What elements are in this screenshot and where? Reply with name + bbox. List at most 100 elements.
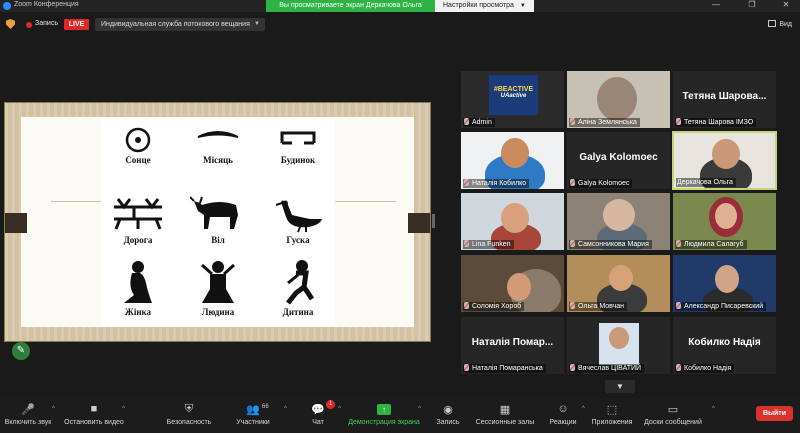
chat-label: Чат (312, 419, 324, 426)
symbol-label: Дитина (282, 307, 314, 317)
participant-name: Александр Писаревский (675, 302, 767, 311)
splitter-handle[interactable] (432, 214, 435, 228)
mic-muted-icon (464, 302, 469, 309)
live-badge[interactable]: LIVE (64, 19, 89, 30)
participant-tile[interactable]: Самсонникова Мария (566, 192, 671, 251)
participant-name: Кобилко Надія (675, 364, 735, 373)
participant-tile[interactable]: Наталія Кобилко (460, 131, 565, 190)
participant-tile[interactable]: Ольга Мовчан (566, 254, 671, 313)
symbol-woman: Жінка (101, 259, 175, 317)
participant-tile[interactable]: #BEACTIVE UAactive Admin (460, 70, 565, 129)
minimize-button[interactable]: — (704, 0, 728, 9)
share-screen-icon: ↑ (377, 403, 391, 415)
apps-button[interactable]: ⬚ Приложения (588, 402, 636, 427)
mic-muted-icon (570, 302, 575, 309)
reactions-button[interactable]: ☺ Реакции (546, 402, 580, 426)
participants-button[interactable]: 👥 Участники (228, 402, 278, 427)
symbol-label: Дорога (123, 235, 153, 245)
symbol-sun: Сонце (101, 127, 175, 165)
mic-muted-icon (676, 364, 681, 371)
slide-divider (326, 201, 396, 202)
participant-tile[interactable]: Galya Kolomoec Galya Kolomoec (566, 131, 671, 190)
apps-icon: ⬚ (606, 403, 618, 416)
view-settings-button[interactable]: Настройки просмотра ▼ (435, 0, 534, 12)
chevron-up-icon: ^ (712, 406, 715, 412)
record-icon: ◉ (443, 403, 453, 416)
annotate-pencil-icon[interactable]: ✎ (12, 342, 30, 360)
participant-name: Ольга Мовчан (569, 302, 627, 311)
apps-label: Приложения (591, 419, 633, 426)
unmute-button[interactable]: 🎤 Включить звук (4, 402, 52, 427)
mic-muted-icon (464, 179, 469, 186)
symbol-person: Людина (181, 259, 255, 317)
beactive-logo: #BEACTIVE UAactive (489, 75, 538, 115)
stream-service-dropdown[interactable]: Индивидуальная служба потокового вещания… (95, 18, 265, 31)
participant-name: Наталія Кобилко (463, 179, 530, 188)
participant-name: Вячеслав ЦІВАТИЙ (569, 364, 645, 373)
share-banner: Вы просматриваете экран Деркачова Ольга … (266, 0, 534, 12)
shield-icon[interactable] (6, 19, 15, 29)
participant-name: Galya Kolomoec (569, 179, 633, 188)
chevron-up-icon: ^ (582, 406, 585, 412)
symbol-label: Місяць (203, 155, 233, 165)
viewing-screen-label: Вы просматриваете экран Деркачова Ольга (266, 0, 435, 12)
participants-label: Участники (236, 419, 270, 426)
chevron-down-icon: ▼ (519, 3, 526, 9)
shared-screen[interactable]: Сонце Місяць Будинок Дорога Віл Гуска Жі… (4, 102, 431, 342)
participant-tile[interactable]: Аліна Землянська (566, 70, 671, 129)
participant-tile-active-speaker[interactable]: Деркачова Ольга (672, 131, 777, 190)
zoom-window: Zoom Конференция — ❐ ✕ Вы просматриваете… (0, 0, 800, 433)
mic-muted-icon (464, 240, 469, 247)
participants-icon: 👥 (246, 403, 260, 416)
whiteboards-label: Доски сообщений (644, 419, 702, 426)
participant-tile[interactable]: Наталія Помар... Наталія Помаранська (460, 316, 565, 375)
participant-display-name: Кобилко Надія (688, 337, 761, 348)
close-button[interactable]: ✕ (774, 0, 798, 9)
symbol-label: Гуска (286, 235, 310, 245)
participant-name: Admin (463, 118, 495, 127)
breakout-rooms-label: Сессионные залы (475, 419, 535, 426)
participant-tile[interactable]: Соломія Хороб (460, 254, 565, 313)
shield-icon: ⛨ (184, 402, 194, 415)
participant-name: Lina Funken (463, 240, 514, 249)
unmute-label: Включить звук (4, 419, 52, 426)
participant-display-name: Galya Kolomoec (579, 152, 658, 163)
slide-tab-left (5, 213, 27, 233)
security-label: Безопасность (166, 419, 212, 426)
stop-video-label: Остановить видео (64, 419, 124, 426)
record-label: Запись (436, 419, 460, 426)
participant-tile[interactable]: Кобилко Надія Кобилко Надія (672, 316, 777, 375)
recording-label[interactable]: Запись (35, 20, 58, 27)
participant-tile[interactable]: Вячеслав ЦІВАТИЙ (566, 316, 671, 375)
meeting-toolbar: 🎤 Включить звук ^ ■ Остановить видео ^ ⛨… (0, 398, 800, 433)
symbol-child: Дитина (261, 259, 335, 317)
reactions-label: Реакции (549, 419, 577, 426)
symbol-ox: Віл (181, 195, 255, 245)
whiteboard-icon: ▭ (667, 403, 679, 416)
participant-tile[interactable]: Тетяна Шарова... Тетяна Шарова ІМЗО (672, 70, 777, 129)
breakout-rooms-button[interactable]: ▦ Сессионные залы (474, 402, 536, 427)
whiteboards-button[interactable]: ▭ Доски сообщений (640, 402, 706, 427)
gallery-next-page-button[interactable]: ▼ (605, 380, 635, 393)
participant-tile[interactable]: Людмила Салагуб (672, 192, 777, 251)
participant-name: Деркачова Ольга (676, 178, 736, 187)
participant-tile[interactable]: Александр Писаревский (672, 254, 777, 313)
stop-video-button[interactable]: ■ Остановить видео (62, 402, 126, 426)
road-icon (114, 198, 162, 230)
woman-icon (124, 261, 152, 303)
participant-tile[interactable]: Lina Funken (460, 192, 565, 251)
view-settings-label: Настройки просмотра (443, 2, 514, 9)
symbol-house: Будинок (261, 127, 335, 165)
share-screen-button[interactable]: ↑ Демонстрация экрана (346, 402, 422, 426)
leave-meeting-button[interactable]: Выйти (756, 406, 793, 421)
security-button[interactable]: ⛨ Безопасность (160, 402, 218, 427)
child-icon (286, 260, 315, 305)
symbol-moon: Місяць (181, 127, 255, 165)
grid-icon (768, 20, 777, 27)
mic-muted-icon (570, 364, 575, 371)
symbol-label: Людина (201, 307, 235, 317)
view-button[interactable]: Вид (768, 20, 792, 28)
maximize-button[interactable]: ❐ (740, 0, 764, 9)
record-button[interactable]: ◉ Запись (430, 402, 466, 427)
chevron-down-icon: ▼ (254, 21, 260, 27)
